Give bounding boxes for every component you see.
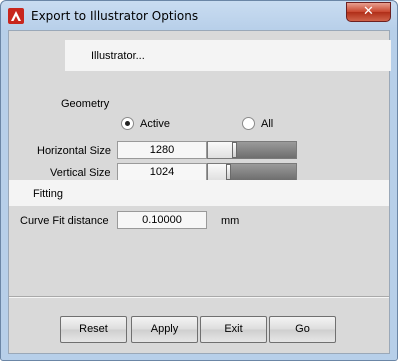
radio-all[interactable] <box>242 117 255 130</box>
horizontal-slider-thumb[interactable] <box>232 142 237 158</box>
radio-all-label[interactable]: All <box>261 118 273 130</box>
vertical-slider-fill <box>208 164 226 180</box>
reset-button[interactable]: Reset <box>60 316 127 343</box>
curve-fit-unit: mm <box>221 215 240 227</box>
dialog-window: Export to Illustrator Options ✕ Illustra… <box>0 0 398 361</box>
horizontal-size-label: Horizontal Size <box>37 145 111 157</box>
apply-button[interactable]: Apply <box>131 316 198 343</box>
horizontal-size-field[interactable]: 1280 <box>117 141 207 159</box>
window-title: Export to Illustrator Options <box>31 9 199 23</box>
horizontal-size-slider[interactable] <box>207 141 297 159</box>
dialog-body: Illustrator... Geometry Active All Horiz… <box>8 30 391 354</box>
autocad-logo-icon <box>8 8 24 24</box>
radio-active[interactable] <box>121 117 134 130</box>
fitting-section-header: Fitting <box>9 180 389 206</box>
vertical-size-slider[interactable] <box>207 163 297 181</box>
geometry-label: Geometry <box>61 98 110 110</box>
close-icon: ✕ <box>363 4 374 19</box>
vertical-slider-thumb[interactable] <box>226 164 231 180</box>
close-button[interactable]: ✕ <box>346 2 391 22</box>
vertical-size-label: Vertical Size <box>50 167 111 179</box>
fitting-label: Fitting <box>33 188 63 200</box>
header-text: Illustrator... <box>91 50 145 62</box>
header-banner: Illustrator... <box>65 40 391 71</box>
go-button[interactable]: Go <box>269 316 336 343</box>
title-bar[interactable]: Export to Illustrator Options ✕ <box>1 1 397 31</box>
exit-button[interactable]: Exit <box>200 316 267 343</box>
horizontal-slider-fill <box>208 142 232 158</box>
vertical-size-field[interactable]: 1024 <box>117 163 207 181</box>
curve-fit-label: Curve Fit distance <box>20 215 109 227</box>
curve-fit-field[interactable]: 0.10000 <box>117 211 207 229</box>
footer-divider <box>9 296 389 298</box>
radio-active-label[interactable]: Active <box>140 118 170 130</box>
